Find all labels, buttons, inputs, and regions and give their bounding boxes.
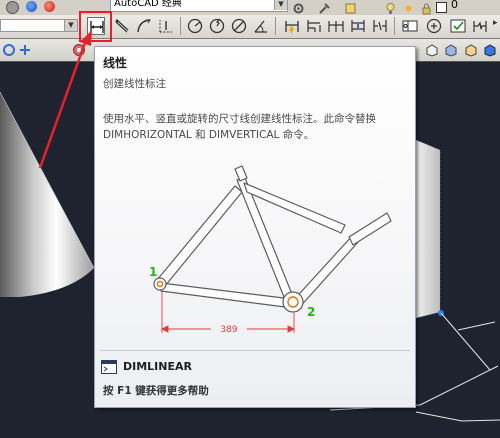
annotation-arrow xyxy=(38,30,92,169)
